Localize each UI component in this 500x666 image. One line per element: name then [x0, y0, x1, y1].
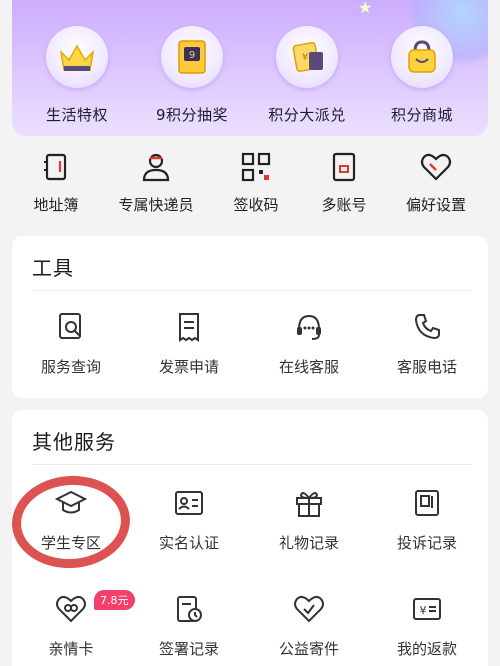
heart-icon [420, 153, 452, 181]
svg-text:9: 9 [189, 50, 195, 61]
service-sign-record[interactable]: 签署记录 [130, 594, 248, 659]
tool-label: 客服电话 [396, 358, 457, 376]
service-label: 签署记录 [158, 640, 219, 658]
refund-icon: ¥ [413, 598, 441, 620]
other-services-title: 其他服务 [32, 430, 116, 454]
charity-heart-icon [294, 595, 324, 623]
quick-item-signing-code[interactable]: 签收码 [206, 152, 306, 215]
service-real-name[interactable]: 实名认证 [130, 488, 248, 553]
divider [32, 464, 472, 465]
tools-card: 工具 服务查询 发票申请 在线客服 客服电话 [12, 236, 488, 398]
headset-icon [297, 314, 321, 340]
quick-item-label: 专属快递员 [118, 196, 194, 214]
banner-item-label: 9积分抽奖 [155, 106, 229, 124]
service-charity-send[interactable]: 公益寄件 [250, 594, 368, 659]
crown-icon [42, 26, 112, 94]
coupon-icon: ¥ [272, 26, 342, 94]
tool-service-phone[interactable]: 客服电话 [368, 312, 486, 377]
quick-item-address-book[interactable]: 地址簿 [6, 152, 106, 215]
divider [32, 290, 472, 291]
complaint-icon [415, 490, 439, 516]
banner-item-label: 积分大派兑 [268, 106, 346, 124]
tool-invoice[interactable]: 发票申请 [130, 312, 248, 377]
gift-icon [296, 492, 322, 517]
service-label: 投诉记录 [396, 534, 457, 552]
service-label: 亲情卡 [48, 640, 94, 658]
quick-actions-row: 地址簿 专属快递员 签收码 多账号 偏好设置 [0, 152, 500, 224]
tool-label: 服务查询 [40, 358, 101, 376]
quick-item-label: 签收码 [233, 196, 279, 214]
multi-account-icon [332, 152, 356, 182]
service-label: 实名认证 [158, 534, 219, 552]
quick-item-multi-account[interactable]: 多账号 [294, 152, 394, 215]
banner-item-points-exchange[interactable]: ¥ 积分大派兑 [252, 26, 362, 125]
tool-label: 在线客服 [278, 358, 339, 376]
quick-item-preferences[interactable]: 偏好设置 [386, 152, 486, 215]
lottery-ticket-icon: 9 [157, 26, 227, 94]
tool-service-query[interactable]: 服务查询 [12, 312, 130, 377]
tool-online-service[interactable]: 在线客服 [250, 312, 368, 377]
quick-item-label: 地址簿 [33, 196, 79, 214]
banner-item-points-mall[interactable]: 积分商城 [367, 26, 477, 125]
family-card-icon [56, 595, 86, 623]
service-my-refund[interactable]: ¥ 我的返款 [368, 594, 486, 659]
banner-item-life-privilege[interactable]: 生活特权 [22, 26, 132, 125]
star-icon: ★ [358, 0, 373, 17]
address-book-icon [44, 153, 67, 181]
invoice-icon [179, 313, 199, 342]
qr-code-icon [241, 152, 271, 182]
banner-item-label: 积分商城 [390, 106, 453, 124]
id-card-icon [175, 491, 203, 515]
service-complaint-record[interactable]: 投诉记录 [368, 488, 486, 553]
courier-icon [142, 153, 170, 182]
family-card-price-badge: 7.8元 [94, 590, 135, 610]
service-query-icon [59, 313, 81, 339]
service-label: 我的返款 [396, 640, 457, 658]
service-gift-record[interactable]: 礼物记录 [250, 488, 368, 553]
tool-label: 发票申请 [158, 358, 219, 376]
quick-item-label: 偏好设置 [405, 196, 466, 214]
banner-item-lottery[interactable]: 9 9积分抽奖 [137, 26, 247, 125]
tools-title: 工具 [32, 256, 74, 280]
service-label: 礼物记录 [278, 534, 339, 552]
service-label: 公益寄件 [278, 640, 339, 658]
svg-text:¥: ¥ [420, 604, 427, 617]
quick-item-courier[interactable]: 专属快递员 [106, 152, 206, 215]
sign-record-icon [177, 596, 202, 622]
shopping-bag-icon [387, 26, 457, 94]
svg-text:¥: ¥ [302, 52, 308, 63]
quick-item-label: 多账号 [321, 196, 367, 214]
phone-icon [414, 314, 440, 340]
banner-item-label: 生活特权 [45, 106, 108, 124]
